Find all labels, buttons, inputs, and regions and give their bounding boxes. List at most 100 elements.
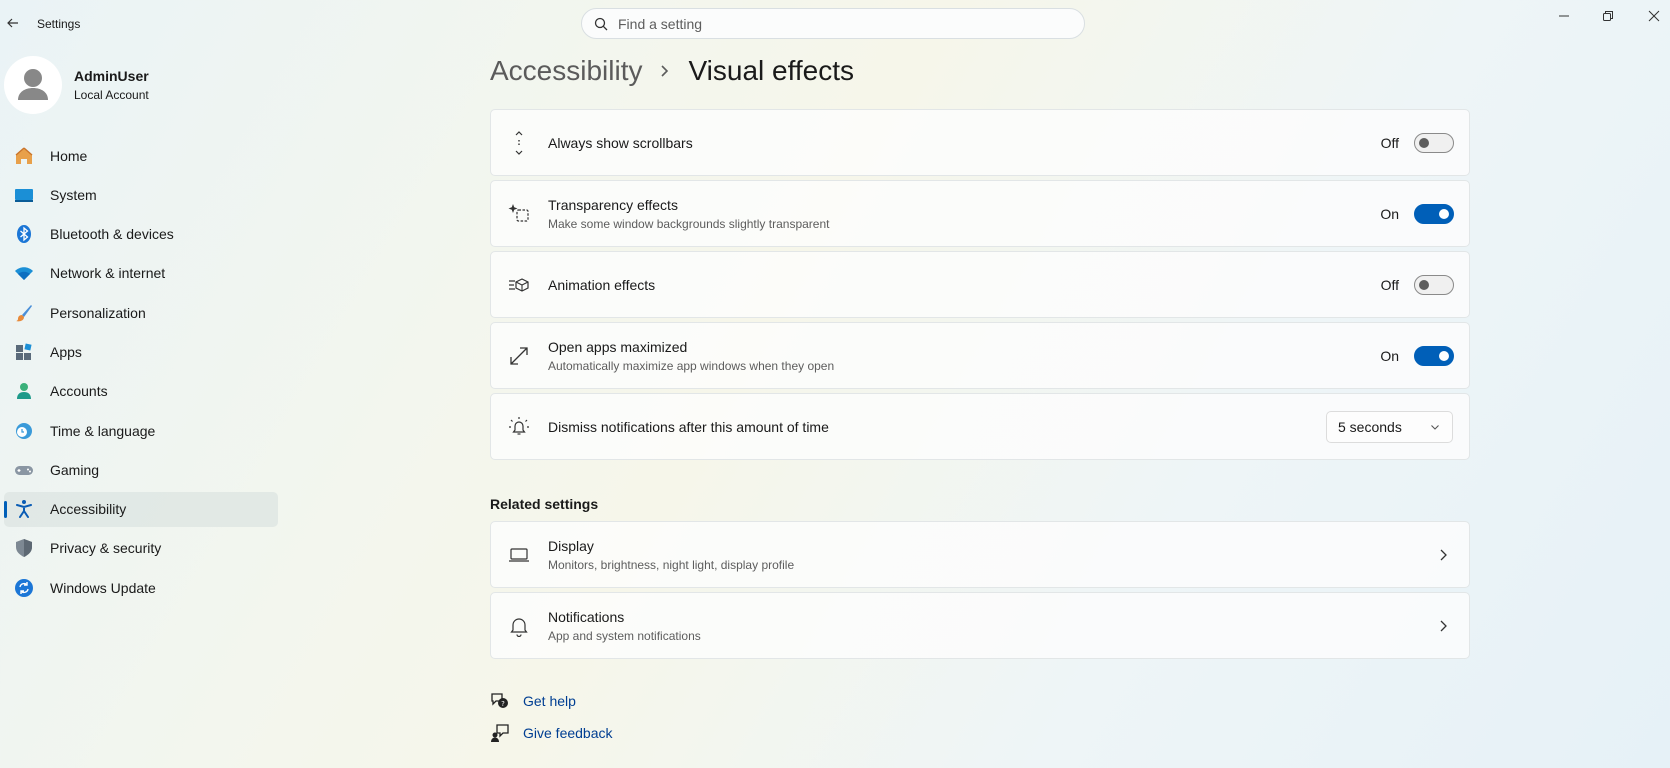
wifi-icon <box>13 262 35 284</box>
toggle-state-label: On <box>1380 347 1399 364</box>
sidebar-item-privacy-security[interactable]: Privacy & security <box>4 531 278 566</box>
gaming-icon <box>13 459 35 481</box>
related-notifications[interactable]: Notifications App and system notificatio… <box>490 592 1470 659</box>
brush-icon <box>13 302 35 324</box>
sidebar-item-accessibility[interactable]: Accessibility <box>4 491 278 527</box>
setting-title: Always show scrollbars <box>548 134 693 151</box>
sidebar-item-network[interactable]: Network & internet <box>4 256 278 291</box>
display-icon <box>507 543 531 567</box>
sidebar-item-label: Home <box>50 147 88 164</box>
setting-title: Dismiss notifications after this amount … <box>548 418 829 435</box>
restore-icon <box>1603 11 1613 21</box>
sidebar-item-label: Privacy & security <box>50 540 162 557</box>
accounts-icon <box>13 380 35 402</box>
give-feedback-link[interactable]: Give feedback <box>490 723 613 743</box>
shield-icon <box>13 537 35 559</box>
sidebar-item-time-language[interactable]: Time & language <box>4 413 278 448</box>
sidebar-item-label: Apps <box>50 343 82 360</box>
setting-always-show-scrollbars: Always show scrollbars Off <box>490 109 1470 176</box>
sidebar-item-bluetooth[interactable]: Bluetooth & devices <box>4 217 278 252</box>
sidebar-item-apps[interactable]: Apps <box>4 334 278 369</box>
apps-icon <box>13 341 35 363</box>
bluetooth-icon <box>13 223 35 245</box>
sidebar-item-label: Windows Update <box>50 579 156 596</box>
sidebar-nav: Home System Bluetooth & devices Network … <box>4 138 278 610</box>
related-settings-heading: Related settings <box>490 496 599 512</box>
setting-title: Animation effects <box>548 276 656 293</box>
setting-open-apps-maximized: Open apps maximized Automatically maximi… <box>490 322 1470 389</box>
sidebar-item-label: Accessibility <box>50 501 127 518</box>
update-icon <box>13 577 35 599</box>
animation-toggle[interactable] <box>1414 274 1454 295</box>
sidebar-item-label: Personalization <box>50 304 146 321</box>
transparency-icon <box>507 202 531 226</box>
page-title: Visual effects <box>688 55 854 86</box>
dropdown-value: 5 seconds <box>1338 418 1402 435</box>
feedback-icon <box>490 723 510 743</box>
toggle-state-label: On <box>1380 205 1399 222</box>
back-button[interactable] <box>2 12 24 34</box>
dismiss-time-dropdown[interactable]: 5 seconds <box>1326 410 1453 443</box>
search-box[interactable] <box>581 8 1085 39</box>
setting-transparency-effects: Transparency effects Make some window ba… <box>490 180 1470 247</box>
toggle-state-label: Off <box>1380 276 1399 293</box>
chevron-down-icon <box>1431 424 1439 430</box>
title-bar: Settings <box>0 0 1670 46</box>
related-title: Display <box>548 537 594 554</box>
minimize-button[interactable] <box>1542 4 1586 28</box>
maximize-icon <box>507 344 531 368</box>
setting-animation-effects: Animation effects Off <box>490 251 1470 318</box>
related-description: Monitors, brightness, night light, displ… <box>548 557 795 572</box>
get-help-link[interactable]: ? Get help <box>490 691 576 711</box>
breadcrumb-parent[interactable]: Accessibility <box>490 55 642 87</box>
scrollbars-toggle[interactable] <box>1414 132 1454 153</box>
give-feedback-label: Give feedback <box>523 725 613 741</box>
home-icon <box>13 145 35 167</box>
get-help-label: Get help <box>523 693 576 709</box>
setting-dismiss-notifications: Dismiss notifications after this amount … <box>490 393 1470 460</box>
time-language-icon <box>13 420 35 442</box>
user-avatar-icon <box>18 69 48 100</box>
setting-title: Transparency effects <box>548 196 678 213</box>
sidebar-item-windows-update[interactable]: Windows Update <box>4 570 278 605</box>
sidebar-item-gaming[interactable]: Gaming <box>4 452 278 487</box>
profile-account-type: Local Account <box>74 88 149 102</box>
profile-name: AdminUser <box>74 68 149 84</box>
help-chat-icon: ? <box>490 691 510 711</box>
accessibility-icon <box>13 498 35 520</box>
search-icon <box>594 17 608 30</box>
sidebar-item-accounts[interactable]: Accounts <box>4 374 278 409</box>
chevron-right-icon[interactable] <box>1439 548 1449 562</box>
setting-title: Open apps maximized <box>548 338 688 355</box>
notification-timer-icon <box>507 415 531 439</box>
restore-button[interactable] <box>1586 4 1630 28</box>
related-display[interactable]: Display Monitors, brightness, night ligh… <box>490 521 1470 588</box>
transparency-toggle[interactable] <box>1414 203 1454 224</box>
related-title: Notifications <box>548 608 625 625</box>
close-button[interactable] <box>1632 4 1670 28</box>
sidebar-item-label: System <box>50 186 97 203</box>
sidebar-item-label: Bluetooth & devices <box>50 226 174 243</box>
search-input[interactable] <box>618 15 1058 32</box>
system-icon <box>13 184 35 206</box>
sidebar-item-label: Gaming <box>50 461 100 478</box>
animation-icon <box>507 273 531 297</box>
bell-icon <box>507 614 531 638</box>
sidebar-item-label: Accounts <box>50 383 108 400</box>
sidebar-item-personalization[interactable]: Personalization <box>4 295 278 330</box>
setting-description: Make some window backgrounds slightly tr… <box>548 216 830 231</box>
setting-description: Automatically maximize app windows when … <box>548 358 835 373</box>
app-title: Settings <box>37 17 81 31</box>
open-apps-maximized-toggle[interactable] <box>1414 345 1454 366</box>
avatar <box>4 56 62 114</box>
sidebar-item-label: Network & internet <box>50 265 166 282</box>
chevron-right-icon <box>660 64 670 78</box>
sidebar-item-system[interactable]: System <box>4 177 278 212</box>
sidebar-item-home[interactable]: Home <box>4 138 278 173</box>
user-profile[interactable]: AdminUser Local Account <box>4 55 149 115</box>
breadcrumb: Accessibility Visual effects <box>490 55 854 87</box>
svg-text:?: ? <box>501 700 505 708</box>
chevron-right-icon[interactable] <box>1439 619 1449 633</box>
sidebar-item-label: Time & language <box>50 422 156 439</box>
related-description: App and system notifications <box>548 628 701 643</box>
